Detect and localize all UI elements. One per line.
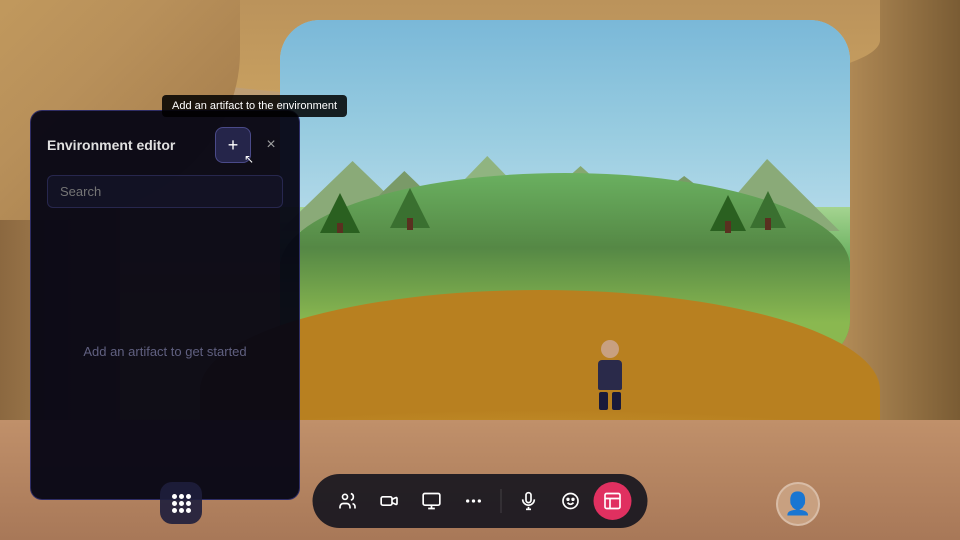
avatar-legs: [590, 392, 630, 410]
emoji-icon: [561, 491, 581, 511]
add-artifact-tooltip: Add an artifact to the environment: [162, 95, 347, 117]
search-input[interactable]: [47, 175, 283, 208]
panel-header: Environment editor + ↖ ×: [47, 127, 283, 163]
more-icon: [464, 491, 484, 511]
people-button[interactable]: [329, 482, 367, 520]
add-artifact-button[interactable]: + ↖: [215, 127, 251, 163]
artifact-icon: [603, 491, 623, 511]
dot: [179, 494, 184, 499]
avatar-body: [598, 360, 622, 390]
tooltip-text: Add an artifact to the environment: [172, 100, 337, 112]
search-container: [47, 175, 283, 208]
dot: [172, 501, 177, 506]
dot: [186, 501, 191, 506]
panel-title: Environment editor: [47, 137, 175, 153]
environment-editor-panel: Environment editor + ↖ × Add an artifact…: [30, 110, 300, 500]
bottom-toolbar: [313, 474, 648, 528]
screen-share-button[interactable]: [413, 482, 451, 520]
dot: [186, 508, 191, 513]
avatar-leg-left: [599, 392, 608, 410]
camera-button[interactable]: [371, 482, 409, 520]
close-icon: ×: [266, 136, 275, 154]
microphone-button[interactable]: [510, 482, 548, 520]
dot: [179, 501, 184, 506]
dot: [186, 494, 191, 499]
avatar-leg-right: [612, 392, 621, 410]
people-icon: [338, 491, 358, 511]
panel-header-buttons: + ↖ ×: [215, 127, 283, 163]
cursor-icon: ↖: [244, 152, 254, 166]
avatar-head: [601, 340, 619, 358]
empty-state-text: Add an artifact to get started: [83, 344, 246, 359]
plus-icon: +: [228, 135, 239, 156]
more-button[interactable]: [455, 482, 493, 520]
user-avatar-icon: 👤: [784, 491, 811, 517]
dot: [172, 508, 177, 513]
toolbar-separator: [501, 489, 502, 513]
artifact-button[interactable]: [594, 482, 632, 520]
screen-share-icon: [422, 491, 442, 511]
empty-state: Add an artifact to get started: [47, 220, 283, 483]
dot: [172, 494, 177, 499]
trees: [280, 173, 850, 233]
grid-menu-button[interactable]: [160, 482, 202, 524]
emoji-button[interactable]: [552, 482, 590, 520]
close-panel-button[interactable]: ×: [259, 133, 283, 157]
microphone-icon: [519, 491, 539, 511]
user-avatar-button[interactable]: 👤: [776, 482, 820, 526]
grid-icon: [172, 494, 191, 513]
avatar-3d: [590, 340, 630, 410]
camera-icon: [380, 491, 400, 511]
dot: [179, 508, 184, 513]
